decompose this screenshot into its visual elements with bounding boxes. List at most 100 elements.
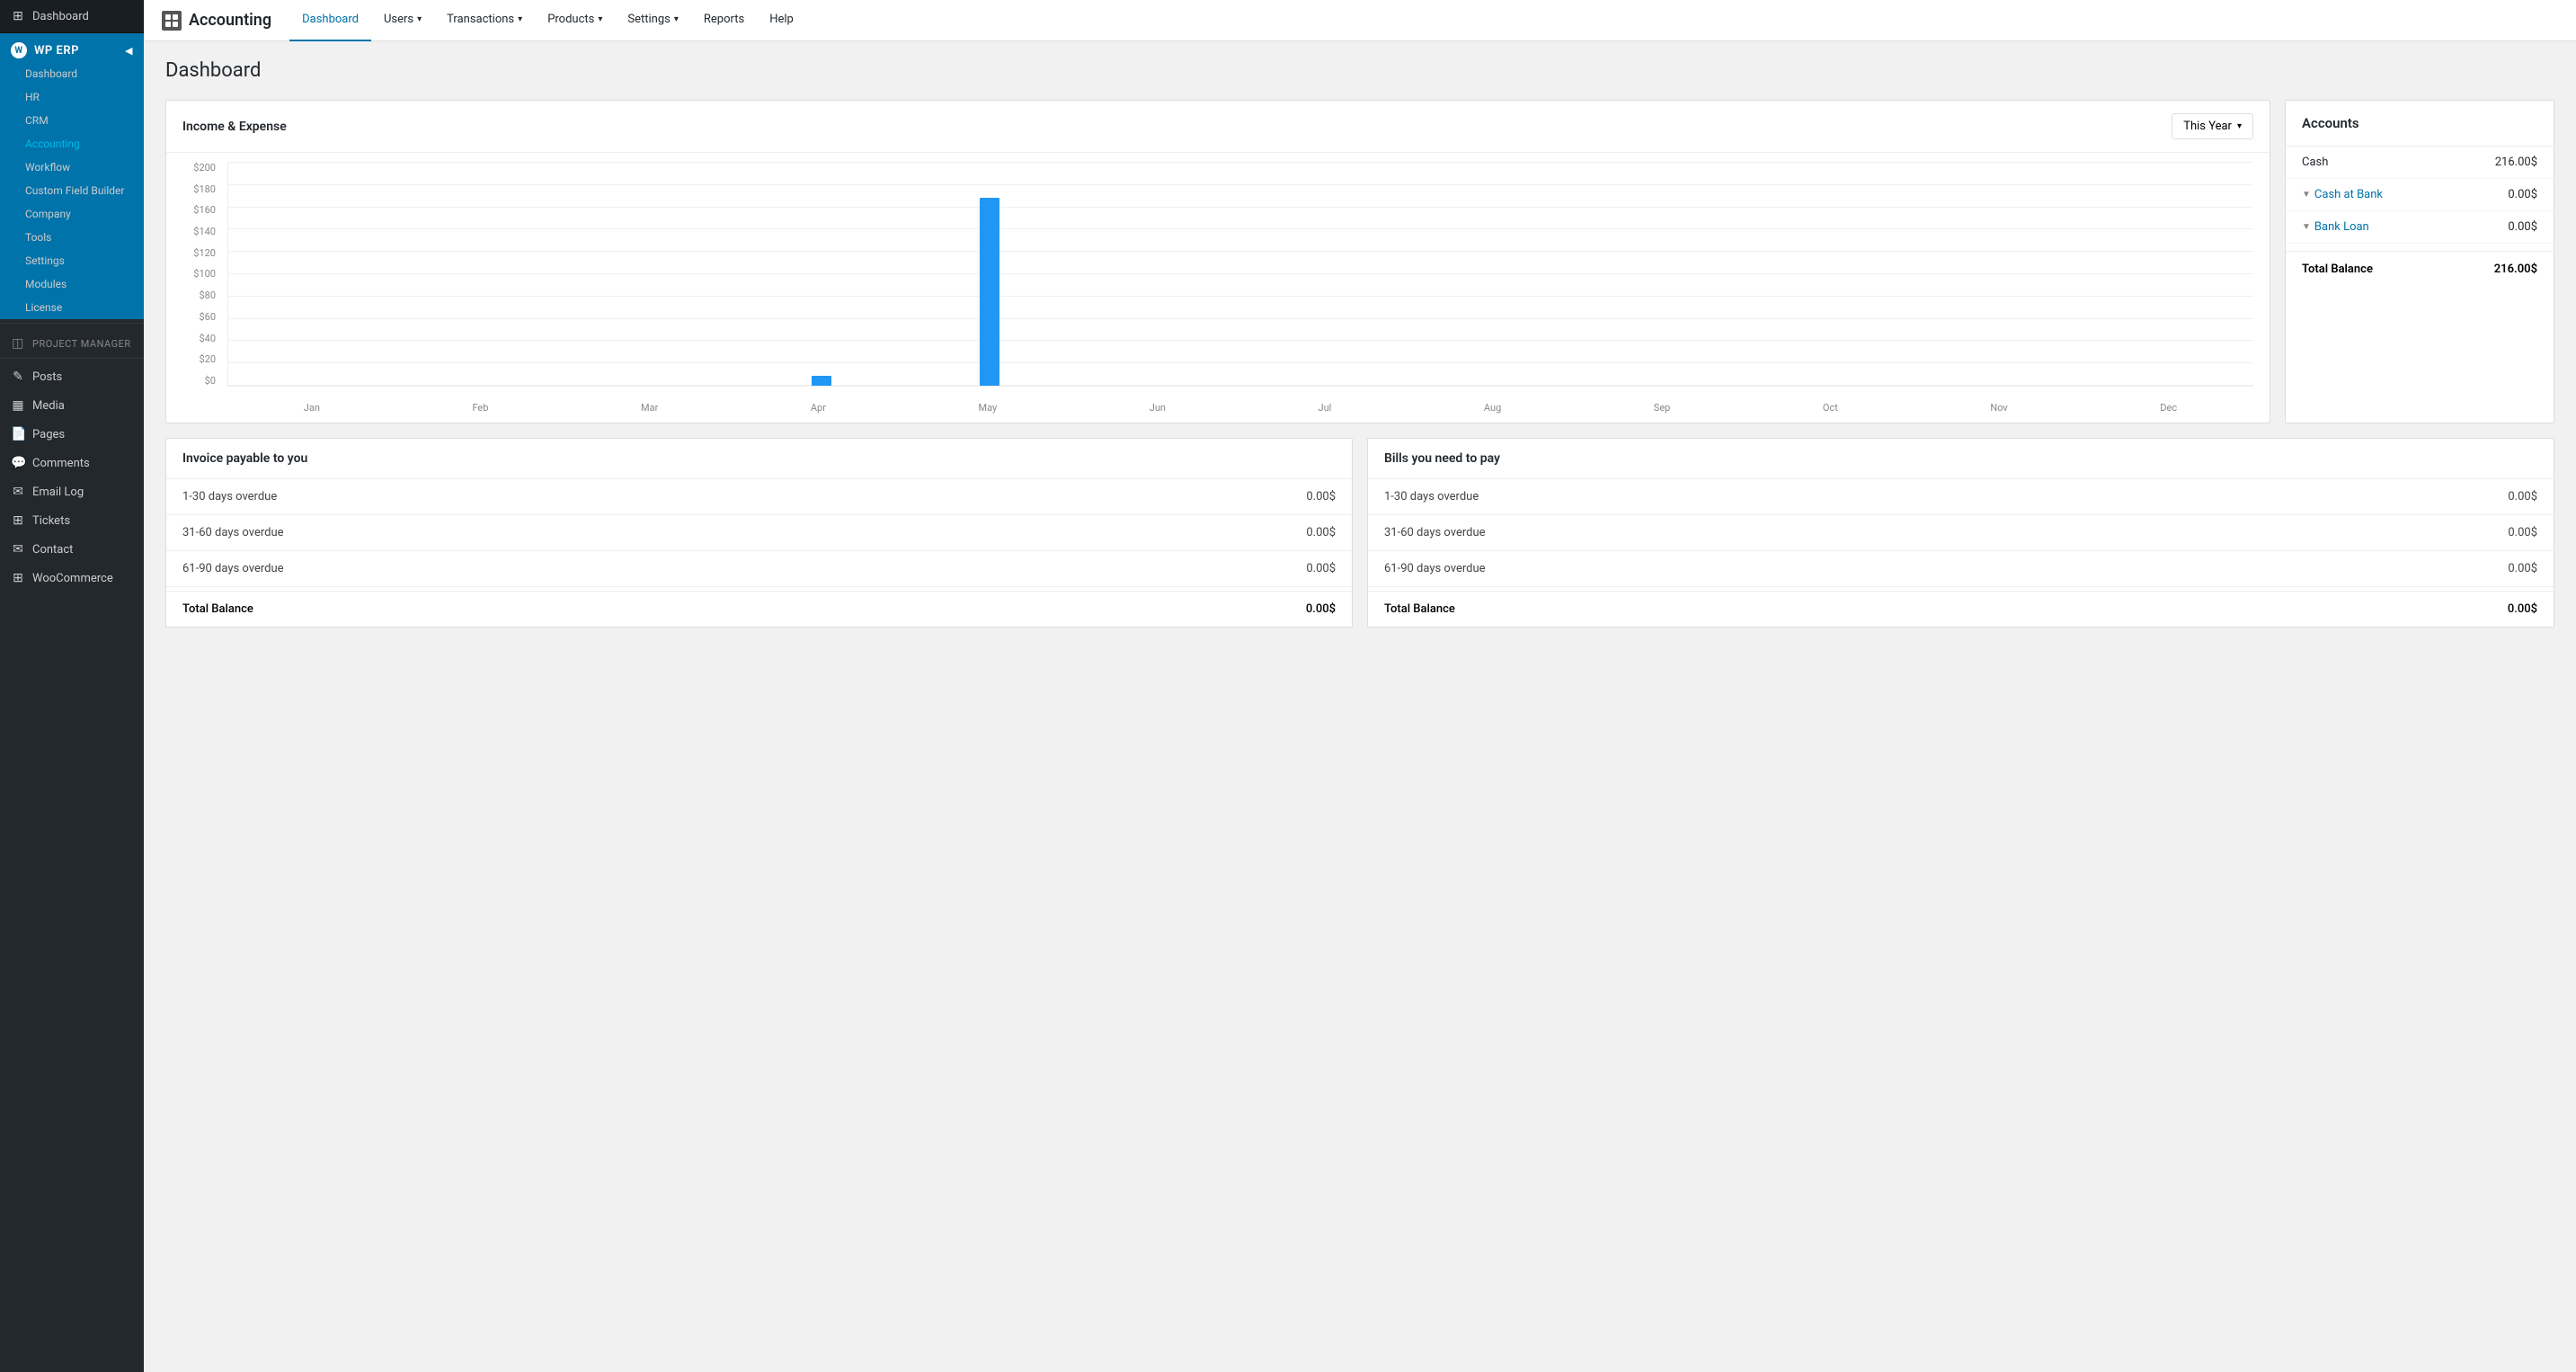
sidebar-item-contact[interactable]: ✉ Contact [0,535,144,564]
y-label-20: $20 [182,353,223,365]
wp-erp-icon: W [11,42,27,58]
bills-row-1-30-value: 0.00$ [2508,490,2537,503]
wp-erp-section: W WP ERP ◀ Dashboard HR CRM Accounting W… [0,33,144,319]
sidebar-item-woocommerce[interactable]: ⊞ WooCommerce [0,564,144,592]
chart-bar-group-may [906,198,1073,386]
sidebar-wp-erp-group[interactable]: W WP ERP ◀ [0,33,144,62]
y-label-140: $140 [182,226,223,237]
y-label-0: $0 [182,375,223,387]
bills-total-row: Total Balance 0.00$ [1368,591,2554,627]
bills-row-1-30-label: 1-30 days overdue [1384,490,1479,503]
bills-row-61-90-value: 0.00$ [2508,562,2537,575]
sidebar-item-media[interactable]: ▦ Media [0,391,144,420]
topbar: Accounting Dashboard Users ▾ Transaction… [144,0,2576,41]
nav-item-settings[interactable]: Settings ▾ [615,0,691,41]
chart-area: $0 $20 $40 $60 $80 $100 $120 $140 $160 $… [182,162,2253,414]
email-log-icon: ✉ [11,485,25,499]
sidebar-item-custom-field-builder[interactable]: Custom Field Builder [0,179,144,202]
nav-item-dashboard[interactable]: Dashboard [289,0,371,41]
sidebar-item-crm[interactable]: CRM [0,109,144,132]
bank-loan-label[interactable]: ▼ Bank Loan [2302,220,2369,234]
content-area: Dashboard Income & Expense This Year ▾ $… [144,41,2576,1372]
invoice-row-1-30: 1-30 days overdue 0.00$ [166,479,1352,515]
sidebar-item-tools[interactable]: Tools [0,226,144,249]
bills-row-61-90: 61-90 days overdue 0.00$ [1368,551,2554,587]
cash-at-bank-label[interactable]: ▼ Cash at Bank [2302,188,2383,201]
period-selector[interactable]: This Year ▾ [2172,113,2253,139]
sidebar-project-manager-item[interactable]: ◫ Project Manager [0,327,144,354]
sidebar-item-tickets[interactable]: ⊞ Tickets [0,506,144,535]
sidebar-item-modules[interactable]: Modules [0,272,144,296]
woocommerce-icon: ⊞ [11,571,25,585]
sidebar-item-hr[interactable]: HR [0,85,144,109]
accounting-logo-icon [162,11,182,31]
sidebar-item-dashboard[interactable]: Dashboard [0,62,144,85]
y-label-200: $200 [182,162,223,174]
media-label: Media [32,399,65,413]
invoice-row-61-90-label: 61-90 days overdue [182,562,284,575]
sidebar-item-workflow[interactable]: Workflow [0,156,144,179]
accounts-total-value: 216.00$ [2494,263,2537,276]
x-label-aug: Aug [1484,402,1501,414]
sidebar-item-license[interactable]: License [0,296,144,319]
invoice-total-row: Total Balance 0.00$ [166,591,1352,627]
nav-item-users[interactable]: Users ▾ [371,0,434,41]
nav-item-reports[interactable]: Reports [691,0,757,41]
cash-value: 216.00$ [2495,156,2537,169]
invoice-row-1-30-value: 0.00$ [1306,490,1336,503]
bills-total-label: Total Balance [1384,602,1455,616]
chart-bar-may [980,198,999,386]
bills-row-31-60: 31-60 days overdue 0.00$ [1368,515,2554,551]
sidebar-dashboard-item[interactable]: ⊞ Dashboard [0,0,144,33]
account-row-cash-at-bank: ▼ Cash at Bank 0.00$ [2286,179,2554,211]
invoice-payable-title: Invoice payable to you [166,439,1352,479]
nav-item-help[interactable]: Help [757,0,806,41]
accounts-total-label: Total Balance [2302,263,2373,276]
bills-row-61-90-label: 61-90 days overdue [1384,562,1486,575]
x-label-mar: Mar [641,402,658,414]
x-label-sep: Sep [1654,402,1671,414]
income-expense-card: Income & Expense This Year ▾ $0 $20 $40 … [165,100,2270,423]
sidebar-divider-2 [0,358,144,359]
sidebar-item-company[interactable]: Company [0,202,144,226]
x-label-jun: Jun [1150,402,1166,414]
account-row-bank-loan: ▼ Bank Loan 0.00$ [2286,211,2554,244]
sidebar-item-comments[interactable]: 💬 Comments [0,449,144,477]
topbar-title: Accounting [189,11,271,30]
chart-plot [227,162,2253,387]
income-expense-header: Income & Expense This Year ▾ [166,101,2270,153]
sidebar-item-settings[interactable]: Settings [0,249,144,272]
bills-to-pay-title: Bills you need to pay [1368,439,2554,479]
project-manager-icon: ◫ [11,336,25,351]
sidebar-item-email-log[interactable]: ✉ Email Log [0,477,144,506]
y-label-160: $160 [182,204,223,216]
settings-chevron: ▾ [674,14,679,24]
nav-item-transactions[interactable]: Transactions ▾ [434,0,535,41]
transactions-chevron: ▾ [518,14,522,24]
products-chevron: ▾ [598,14,602,24]
invoice-row-31-60-value: 0.00$ [1306,526,1336,539]
woocommerce-label: WooCommerce [32,572,113,585]
nav-item-products[interactable]: Products ▾ [535,0,615,41]
chart-y-labels: $0 $20 $40 $60 $80 $100 $120 $140 $160 $… [182,162,223,387]
y-label-60: $60 [182,311,223,323]
period-chevron: ▾ [2237,121,2242,131]
main-grid: Income & Expense This Year ▾ $0 $20 $40 … [165,100,2554,423]
x-label-feb: Feb [472,402,488,414]
y-label-180: $180 [182,183,223,195]
media-icon: ▦ [11,398,25,413]
bills-row-31-60-value: 0.00$ [2508,526,2537,539]
sidebar-item-posts[interactable]: ✎ Posts [0,362,144,391]
sidebar-item-accounting[interactable]: Accounting [0,132,144,156]
bank-loan-value: 0.00$ [2508,220,2537,234]
x-label-jul: Jul [1319,402,1332,414]
y-label-120: $120 [182,247,223,259]
bills-row-1-30: 1-30 days overdue 0.00$ [1368,479,2554,515]
sidebar-item-pages[interactable]: 📄 Pages [0,420,144,449]
account-row-cash: Cash 216.00$ [2286,147,2554,179]
wp-erp-arrow: ◀ [125,45,133,57]
tickets-icon: ⊞ [11,513,25,528]
pages-icon: 📄 [11,427,25,441]
bottom-grid: Invoice payable to you 1-30 days overdue… [165,438,2554,628]
x-label-dec: Dec [2160,402,2177,414]
